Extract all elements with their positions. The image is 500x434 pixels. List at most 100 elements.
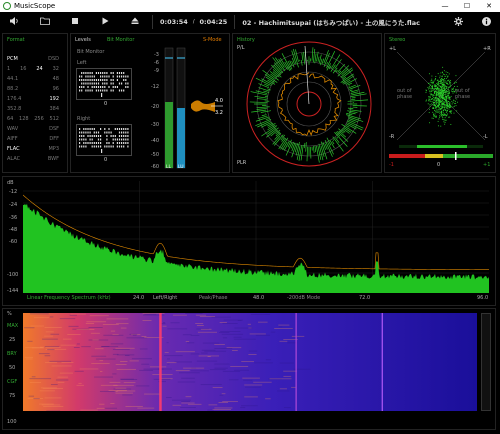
spectrogram-streak <box>202 342 220 344</box>
spectrogram-streak <box>196 325 204 326</box>
stereo-sample <box>438 87 440 89</box>
spectrogram-streak <box>209 369 226 371</box>
stereo-sample <box>445 71 447 73</box>
stereo-sample <box>431 117 433 119</box>
bit-cell <box>123 79 125 81</box>
s-value-top: 4.0 <box>215 98 223 104</box>
bit-cell <box>91 89 93 92</box>
stereo-sample <box>448 97 450 99</box>
stereo-sample <box>432 101 434 103</box>
bit-cell <box>93 86 95 88</box>
spectrogram-streak <box>109 381 121 383</box>
stereo-sample <box>445 109 447 111</box>
bit-cell <box>125 79 127 81</box>
stereo-sample <box>444 114 446 116</box>
spectrogram-label: 75 <box>9 393 16 399</box>
correlation-meter <box>389 152 493 160</box>
stereo-sample <box>448 92 450 94</box>
spectrogram-streak <box>57 376 68 378</box>
spectrum-panel: dB -12 -24 -36 -48 -60 -100 -144 Linear … <box>2 176 496 306</box>
stereo-sample <box>438 89 440 91</box>
bit-cell <box>123 142 125 144</box>
stereo-sample <box>431 103 433 105</box>
bit-cell <box>125 86 127 88</box>
bit-cell <box>79 75 81 78</box>
bit-cell <box>102 75 104 78</box>
play-icon[interactable] <box>90 17 120 27</box>
spectrogram-streak <box>110 330 116 332</box>
stereo-sample <box>439 98 441 100</box>
stereo-sample <box>449 116 451 118</box>
settings-icon[interactable] <box>444 16 472 28</box>
spectrogram-streak <box>270 331 276 333</box>
spectrogram-streak <box>222 337 228 339</box>
mode-left-right[interactable]: Left/Right <box>153 295 177 301</box>
x-tick: 48.0 <box>253 295 265 301</box>
spectrogram-streak <box>59 372 73 374</box>
stereo-sample <box>426 90 428 92</box>
bits-1: 1 <box>7 66 11 72</box>
spectrogram-scrollbar[interactable] <box>481 313 491 411</box>
spectrogram-streak <box>162 325 167 327</box>
stereo-sample <box>437 73 439 75</box>
info-icon[interactable] <box>472 16 500 28</box>
spectrogram-streak <box>50 333 60 335</box>
spectrogram-streak <box>44 346 60 348</box>
spectrogram-streak <box>69 314 77 316</box>
stereo-sample <box>453 100 455 102</box>
db-tick: -60 <box>9 239 18 245</box>
stereo-sample <box>443 70 445 72</box>
stereo-sample <box>449 82 451 83</box>
stereo-sample <box>435 78 436 80</box>
bit-cell <box>83 82 85 85</box>
minimize-button[interactable]: — <box>434 2 456 10</box>
left-zero-label: 0 <box>104 101 108 107</box>
spectrogram-streak <box>214 363 230 365</box>
bit-cell <box>104 75 106 78</box>
bit-cell <box>127 86 129 88</box>
bit-cell <box>91 128 93 130</box>
bit-cell <box>125 131 127 134</box>
stereo-sample <box>441 102 443 104</box>
stereo-sample <box>455 105 457 107</box>
spectrogram-streak <box>91 363 110 365</box>
stereo-sample <box>437 90 439 92</box>
stop-icon[interactable] <box>60 17 90 27</box>
stereo-sample <box>441 84 443 86</box>
spectrogram-streak <box>40 387 57 389</box>
stereo-sample <box>436 94 438 96</box>
spectrogram-streak <box>201 352 208 354</box>
stereo-sample <box>442 79 444 81</box>
eject-icon[interactable] <box>120 17 150 27</box>
bit-cell <box>112 86 114 88</box>
correlation-max: +1 <box>483 162 491 168</box>
spectrogram-streak <box>49 316 54 318</box>
spectrogram-streak <box>172 399 191 401</box>
spectrogram-label: BRY <box>7 351 17 357</box>
mode-peak-phase[interactable]: Peak/Phase <box>199 295 228 301</box>
folder-icon[interactable] <box>30 17 60 27</box>
spectrogram-streak <box>228 379 239 381</box>
mode-200db[interactable]: -200dB Mode <box>287 295 320 301</box>
stereo-sample <box>433 92 435 94</box>
bit-cell <box>97 79 100 81</box>
spectrogram-streak <box>204 350 227 352</box>
close-button[interactable]: ✕ <box>478 2 500 10</box>
bit-cell <box>127 138 129 141</box>
stereo-sample <box>441 88 443 90</box>
spectrogram-streak <box>199 315 216 317</box>
stereo-sample <box>436 83 438 84</box>
spectrogram-streak <box>31 347 44 349</box>
bit-cell <box>114 135 116 137</box>
spectrogram-streak <box>110 343 124 345</box>
stereo-sample <box>439 112 441 114</box>
stereo-sample <box>444 123 446 125</box>
volume-icon[interactable] <box>0 17 30 27</box>
maximize-button[interactable]: ☐ <box>456 2 478 10</box>
bit-cell <box>87 89 89 92</box>
spectrogram-streak <box>190 370 209 372</box>
spectrogram-streak <box>85 323 95 325</box>
bit-cell <box>85 79 87 81</box>
stereo-sample <box>455 100 456 102</box>
stereo-sample <box>455 81 457 83</box>
